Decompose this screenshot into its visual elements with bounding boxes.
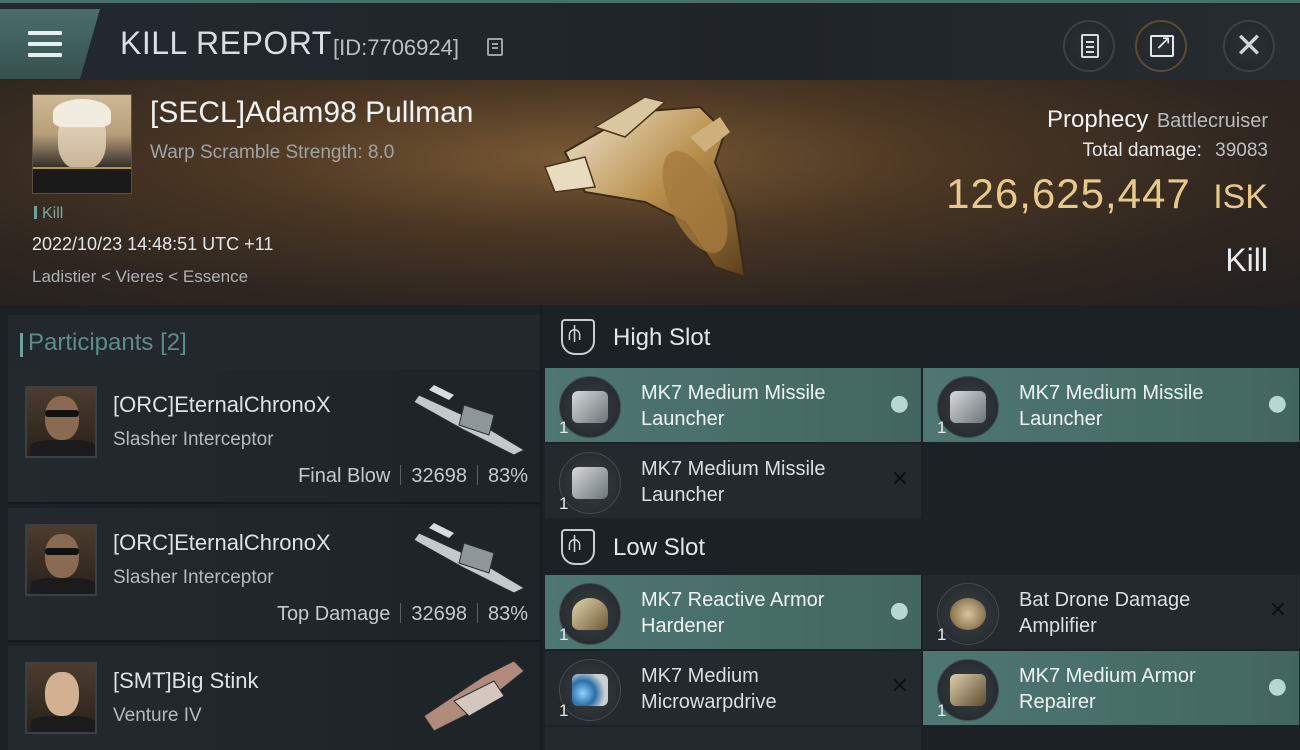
module-item[interactable]: 1 MK7 Medium Armor Repairer ● — [923, 651, 1299, 725]
destroyed-status-icon: ✕ — [1268, 598, 1287, 623]
destroyed-status-icon: ✕ — [890, 674, 909, 699]
module-quantity: 1 — [937, 701, 947, 720]
victim-portrait[interactable] — [32, 94, 132, 194]
victim-ship-image — [543, 96, 747, 279]
module-quantity: 1 — [559, 418, 569, 437]
low-slot-icon — [561, 529, 595, 565]
destroyed-status-icon: ✕ — [890, 467, 909, 492]
participant-ship-image — [423, 660, 525, 732]
victim-ship-class: Battlecruiser — [1156, 110, 1268, 132]
kill-result: Kill — [1225, 242, 1268, 278]
kill-location[interactable]: Ladistier < Vieres < Essence — [32, 267, 248, 287]
module-item[interactable]: 1 MK7 Medium Missile Launcher ● — [545, 368, 921, 442]
close-button[interactable]: ✕ — [1223, 20, 1275, 72]
kill-datetime: 2022/10/23 14:48:51 UTC +11 — [32, 234, 274, 254]
participant-percent: 83% — [487, 603, 528, 625]
menu-button[interactable] — [0, 9, 100, 79]
module-quantity: 1 — [559, 701, 569, 720]
module-quantity: 1 — [559, 494, 569, 513]
participants-title: Participants [2] — [20, 329, 187, 357]
participants-count: [2] — [160, 329, 187, 356]
dropped-status-icon: ● — [1267, 674, 1287, 699]
participant-ship: Slasher Interceptor — [113, 567, 274, 588]
participant-name[interactable]: [SMT]Big Stink — [113, 668, 258, 694]
module-name: MK7 Medium Armor Repairer — [1019, 665, 1196, 713]
share-button[interactable] — [1135, 20, 1187, 72]
participant-role: Top Damage — [276, 603, 391, 625]
module-item[interactable]: 1 MK7 Reactive Armor Hardener ● — [545, 575, 921, 649]
fitting-panel: High Slot 1 MK7 Medium Missile Launcher … — [543, 305, 1300, 750]
kill-tag: Kill — [34, 205, 63, 223]
module-name: MK7 Medium Microwarpdrive — [641, 665, 777, 713]
participant-name[interactable]: [ORC]EternalChronoX — [113, 530, 331, 556]
high-slot-icon — [561, 319, 595, 355]
participants-panel: Participants [2] [ORC]EternalChronoX Sla… — [0, 305, 540, 750]
dropped-status-icon: ● — [889, 598, 909, 623]
victim-panel: [SECL]Adam98 Pullman Warp Scramble Stren… — [0, 80, 1300, 305]
participant-avatar[interactable] — [25, 662, 97, 734]
participant-row[interactable]: [ORC]EternalChronoX Slasher Interceptor … — [8, 508, 540, 642]
low-slot-header: Low Slot — [543, 515, 1300, 577]
module-name: Bat Drone Damage Amplifier — [1019, 589, 1191, 637]
participant-row[interactable]: [ORC]EternalChronoX Slasher Interceptor … — [8, 370, 540, 504]
module-quantity: 1 — [937, 418, 947, 437]
hamburger-icon — [28, 31, 62, 57]
total-damage-value: 39083 — [1215, 140, 1268, 161]
module-item[interactable]: 1 MK7 Medium Microwarpdrive ✕ — [545, 651, 921, 725]
high-slot-title: High Slot — [613, 324, 711, 351]
participant-name[interactable]: [ORC]EternalChronoX — [113, 392, 331, 418]
warp-scramble-strength: Warp Scramble Strength: 8.0 — [150, 142, 395, 163]
victim-name[interactable]: [SECL]Adam98 Pullman — [150, 96, 474, 130]
participant-ship: Venture IV — [113, 705, 202, 726]
isk-unit: ISK — [1213, 178, 1268, 216]
participant-avatar[interactable] — [25, 386, 97, 458]
kill-id: [ID:7706924] — [333, 35, 459, 60]
module-name: MK7 Medium Missile Launcher — [641, 382, 826, 430]
module-item[interactable]: 1 Bat Drone Damage Amplifier ✕ — [923, 575, 1299, 649]
participant-percent: 83% — [487, 465, 528, 487]
participant-ship-image — [414, 523, 526, 594]
module-name: MK7 Reactive Armor Hardener — [641, 589, 825, 637]
document-icon — [1081, 34, 1099, 58]
module-item-partial[interactable] — [545, 727, 921, 750]
module-name: MK7 Medium Missile Launcher — [1019, 382, 1204, 430]
module-quantity: 1 — [937, 625, 947, 644]
participant-avatar[interactable] — [25, 524, 97, 596]
top-bar: KILL REPORT [ID:7706924] ✕ — [0, 0, 1300, 80]
high-slot-header: High Slot — [543, 305, 1300, 367]
isk-value: 126,625,447 — [946, 170, 1191, 217]
dropped-status-icon: ● — [1267, 391, 1287, 416]
page-title: KILL REPORT — [120, 25, 332, 61]
report-button[interactable] — [1063, 20, 1115, 72]
participant-damage: 32698 — [411, 603, 467, 625]
participants-header: Participants [2] — [8, 315, 540, 370]
total-damage-label: Total damage: — [1082, 140, 1202, 161]
module-item[interactable]: 1 MK7 Medium Missile Launcher ● — [923, 368, 1299, 442]
module-quantity: 1 — [559, 625, 569, 644]
participant-row[interactable]: [SMT]Big Stink Venture IV — [8, 646, 540, 750]
close-icon: ✕ — [1234, 26, 1264, 66]
participant-role: Final Blow — [298, 465, 391, 487]
participant-ship-image — [414, 385, 526, 456]
copy-icon[interactable] — [487, 38, 503, 56]
low-slot-title: Low Slot — [613, 534, 706, 561]
participant-damage: 32698 — [411, 465, 467, 487]
victim-ship-name[interactable]: Prophecy — [1047, 106, 1148, 133]
share-icon — [1150, 30, 1174, 57]
module-name: MK7 Medium Missile Launcher — [641, 458, 826, 506]
participant-ship: Slasher Interceptor — [113, 429, 274, 450]
dropped-status-icon: ● — [889, 391, 909, 416]
module-item[interactable]: 1 MK7 Medium Missile Launcher ✕ — [545, 444, 921, 518]
